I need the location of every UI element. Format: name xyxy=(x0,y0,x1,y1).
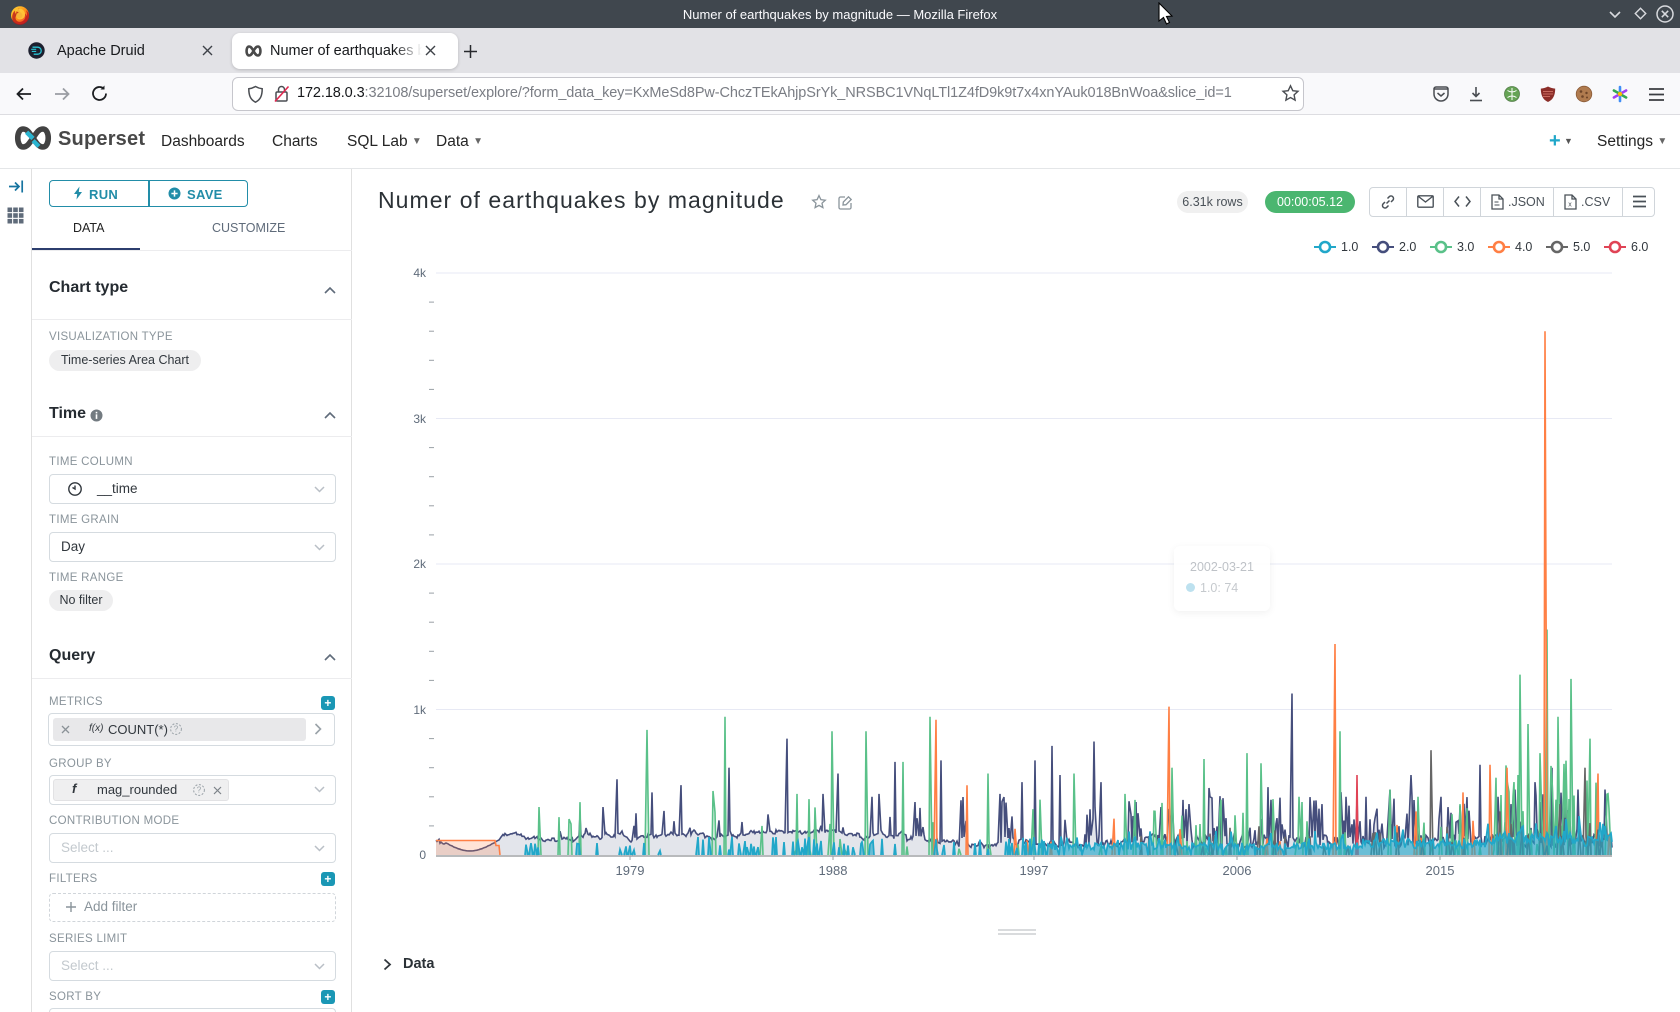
svg-text:0: 0 xyxy=(419,848,426,862)
svg-text:1979: 1979 xyxy=(616,863,645,878)
svg-text:6.0: 6.0 xyxy=(1631,240,1648,254)
svg-text:1988: 1988 xyxy=(819,863,848,878)
svg-text:3.0: 3.0 xyxy=(1457,240,1474,254)
svg-text:1997: 1997 xyxy=(1020,863,1049,878)
svg-text:4k: 4k xyxy=(413,266,427,280)
svg-text:2k: 2k xyxy=(413,557,427,571)
svg-text:5.0: 5.0 xyxy=(1573,240,1590,254)
svg-text:?: ? xyxy=(174,725,179,734)
svg-text:1k: 1k xyxy=(413,703,427,717)
svg-text:x: x xyxy=(1568,202,1572,209)
svg-text:2.0: 2.0 xyxy=(1399,240,1416,254)
svg-text:?: ? xyxy=(197,786,202,795)
svg-text:4.0: 4.0 xyxy=(1515,240,1532,254)
svg-text:1.0: 1.0 xyxy=(1341,240,1358,254)
svg-text:3k: 3k xyxy=(413,412,427,426)
svg-text:2006: 2006 xyxy=(1223,863,1252,878)
svg-text:2015: 2015 xyxy=(1426,863,1455,878)
